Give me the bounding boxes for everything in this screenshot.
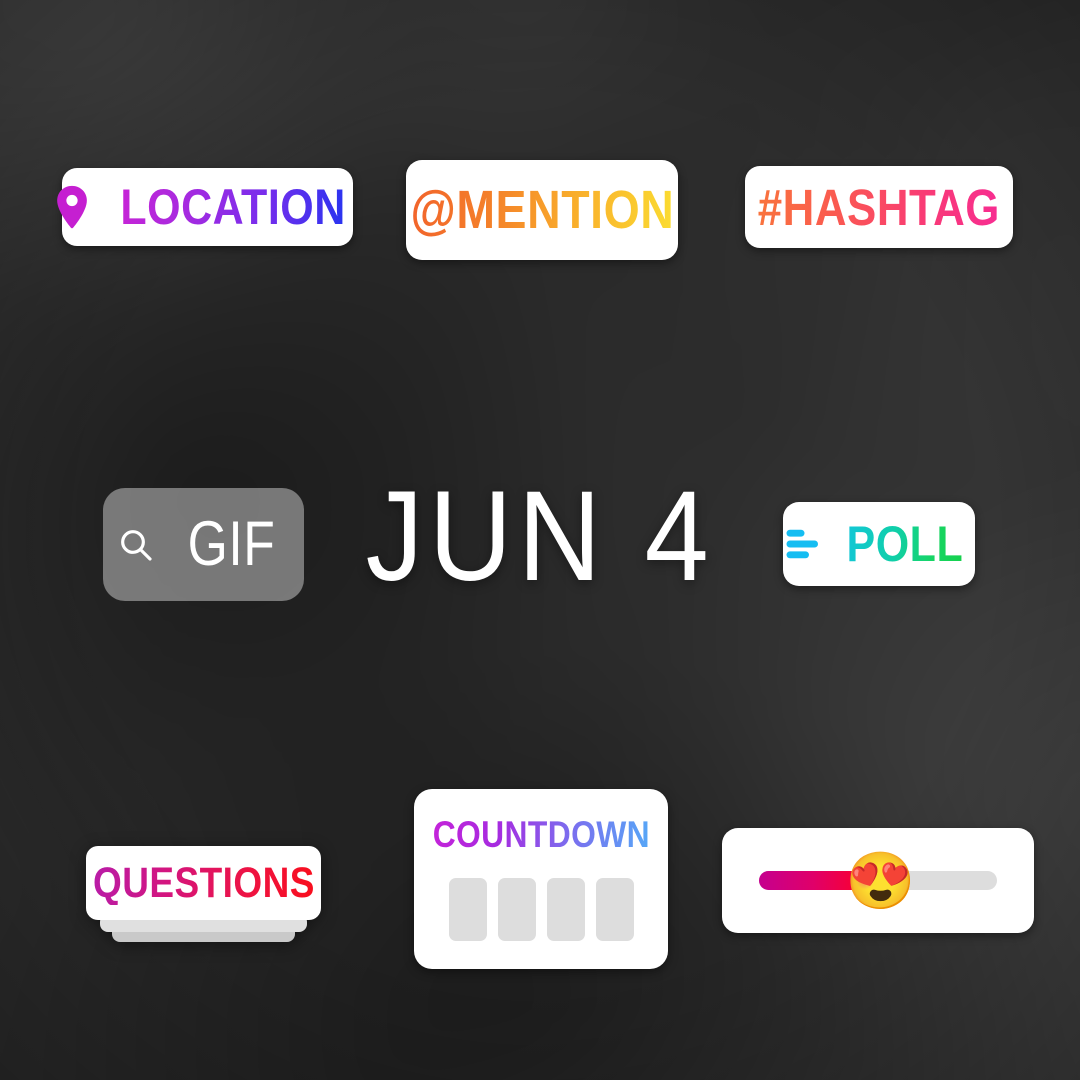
- map-pin-icon: [57, 185, 87, 229]
- emoji-slider-sticker[interactable]: 😍: [722, 828, 1034, 933]
- stories-sticker-tray: LOCATION @MENTION #HASHTAG GIF JUN 4 POL…: [0, 0, 1080, 1080]
- questions-sticker[interactable]: QUESTIONS: [86, 846, 321, 946]
- questions-card: QUESTIONS: [86, 846, 321, 920]
- emoji-slider-thumb[interactable]: 😍: [846, 852, 916, 909]
- countdown-label: COUNTDOWN: [432, 814, 650, 855]
- poll-bars-icon: [786, 529, 819, 559]
- countdown-sticker[interactable]: COUNTDOWN: [414, 789, 668, 969]
- hashtag-sticker[interactable]: #HASHTAG: [745, 166, 1013, 248]
- poll-sticker[interactable]: POLL: [783, 502, 975, 586]
- countdown-digit-box: [497, 878, 536, 941]
- countdown-digit-box: [546, 878, 585, 941]
- emoji-slider-track[interactable]: 😍: [759, 852, 997, 908]
- location-label: LOCATION: [120, 179, 346, 235]
- questions-label: QUESTIONS: [92, 858, 315, 907]
- countdown-digit-row: [448, 878, 634, 941]
- poll-label: POLL: [846, 516, 964, 572]
- countdown-digit-box: [595, 878, 634, 941]
- mention-label: @MENTION: [410, 180, 674, 240]
- hashtag-label: #HASHTAG: [757, 178, 1001, 236]
- location-sticker[interactable]: LOCATION: [57, 168, 353, 246]
- countdown-digit-box: [448, 878, 487, 941]
- mention-sticker[interactable]: @MENTION: [406, 160, 678, 260]
